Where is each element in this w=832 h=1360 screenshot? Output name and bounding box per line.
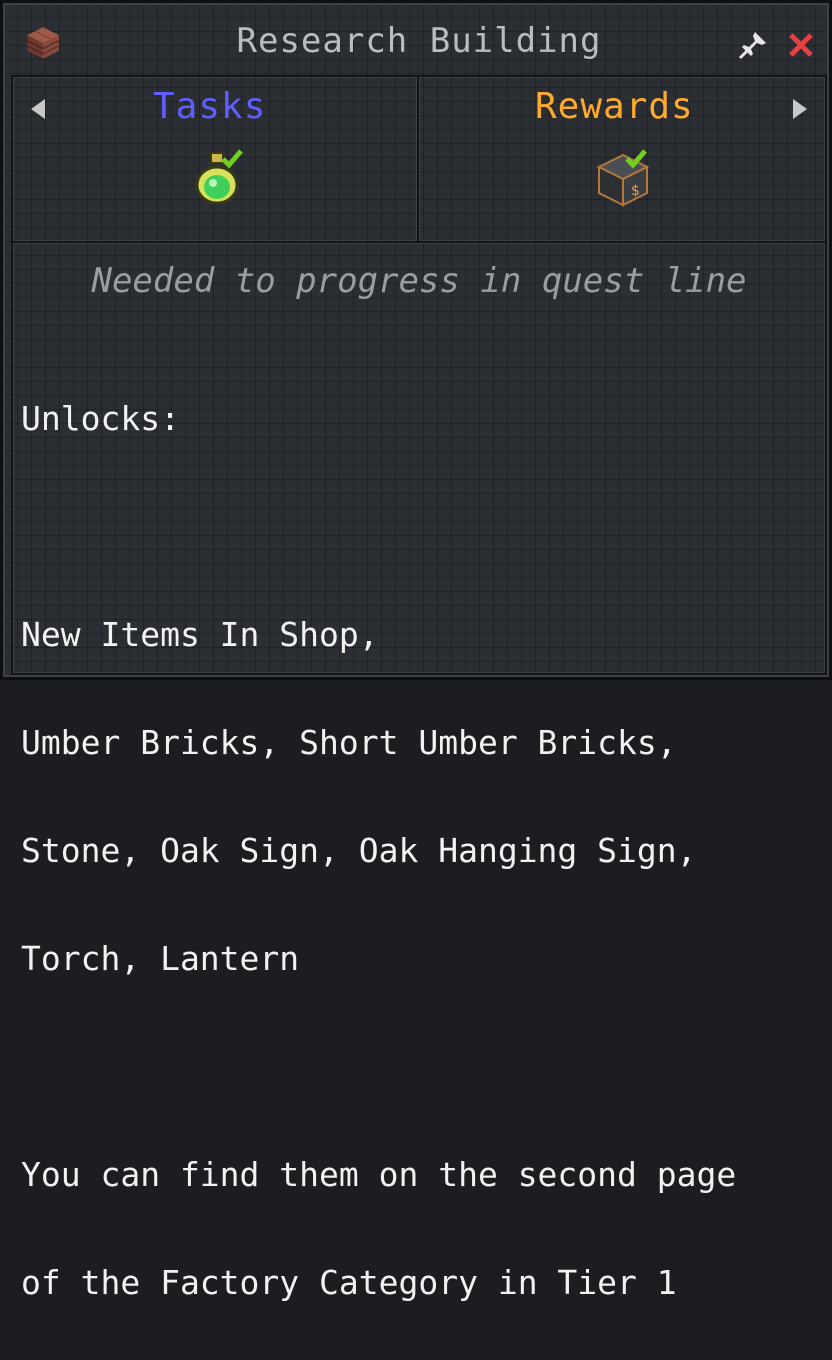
items-header: New Items In Shop,	[21, 615, 379, 654]
potion-bottle-icon	[195, 149, 243, 205]
items-line: Stone, Oak Sign, Oak Hanging Sign,	[21, 831, 697, 870]
items-line: Torch, Lantern	[21, 939, 300, 978]
titlebar: Research Building	[11, 9, 827, 71]
rewards-panel[interactable]: Rewards $	[417, 75, 827, 243]
quest-window: Research Building Tasks Rewards $ Needed…	[0, 0, 832, 1301]
note-line: of the Factory Category in Tier 1	[21, 1263, 677, 1302]
tasks-tab-label[interactable]: Tasks	[153, 85, 266, 129]
svg-text:$: $	[631, 183, 640, 199]
arrow-right-icon[interactable]	[787, 93, 815, 125]
arrow-left-icon[interactable]	[23, 93, 51, 125]
tasks-panel[interactable]: Tasks	[11, 75, 419, 243]
window-title: Research Building	[236, 21, 602, 61]
close-icon[interactable]	[785, 29, 817, 61]
crate-icon: $	[596, 149, 650, 207]
items-line: Umber Bricks, Short Umber Bricks,	[21, 723, 677, 762]
description-body: Unlocks: New Items In Shop, Umber Bricks…	[21, 329, 817, 1360]
description-panel: Needed to progress in quest line Unlocks…	[11, 241, 827, 1301]
note-line: You can find them on the second page	[21, 1155, 737, 1194]
rewards-tab-label[interactable]: Rewards	[535, 85, 694, 129]
quest-subtitle: Needed to progress in quest line	[91, 261, 747, 301]
pin-icon[interactable]	[737, 29, 769, 61]
unlocks-heading: Unlocks:	[21, 399, 180, 438]
